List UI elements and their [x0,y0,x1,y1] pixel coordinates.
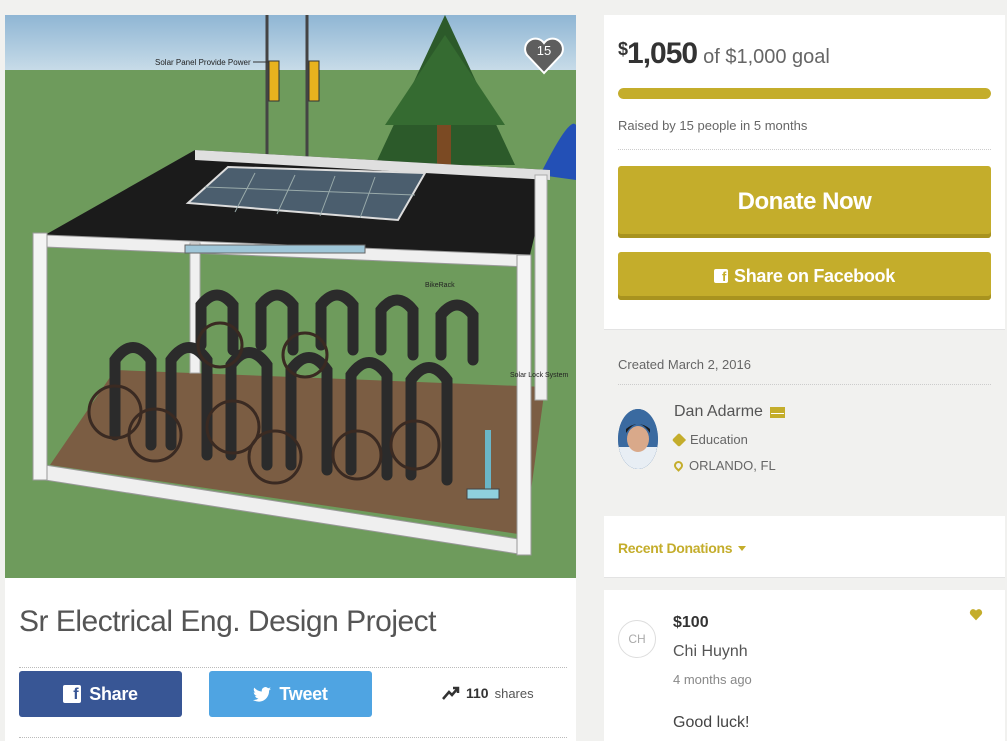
divider [19,737,567,738]
raised-value: 1,050 [627,37,698,70]
share-count: 110 shares [442,685,534,701]
facebook-icon: f [63,685,82,703]
location-text: ORLANDO, FL [689,458,776,473]
tag-icon [671,432,687,447]
share-on-facebook-button[interactable]: f Share on Facebook [618,252,991,300]
raised-amount: $1,050 of $1,000 goal [618,37,830,71]
donation-item: CH $100 Chi Huynh 4 months ago Good luck… [604,590,1005,741]
category-text: Education [690,432,748,447]
location-row: ORLANDO, FL [672,458,776,473]
location-pin-icon [672,459,685,472]
divider [618,384,991,385]
heart-icon[interactable] [969,608,983,621]
share-label: Share [89,683,138,704]
divider [19,667,567,668]
share-count-value: 110 [466,685,489,701]
recent-donations-label: Recent Donations [618,540,733,556]
campaign-image[interactable]: Solar Panel Provide Power BikeRack Solar… [5,15,576,578]
twitter-icon [253,686,272,702]
heart-count: 15 [536,43,552,58]
progress-bar [618,88,991,99]
goal-text: of $1,000 goal [703,46,830,68]
divider [618,149,991,150]
recent-donations-header: Recent Donations [604,516,1005,578]
organizer-name-text: Dan Adarme [674,403,763,420]
category-row[interactable]: Education [671,432,748,447]
avatar-photo [618,409,658,469]
tweet-label: Tweet [279,683,328,704]
donation-amount: $100 [673,614,709,631]
rack-label: BikeRack [425,282,455,289]
funding-panel: $1,050 of $1,000 goal Raised by 15 peopl… [604,15,1005,330]
raised-by-text: Raised by 15 people in 5 months [618,118,808,133]
donation-message: Good luck! [673,714,750,731]
facebook-share-button[interactable]: f Share [19,671,182,717]
chevron-down-icon [738,545,747,551]
donate-now-button[interactable]: Donate Now [618,166,991,238]
organizer-avatar[interactable] [618,409,658,469]
recent-donations-toggle[interactable]: Recent Donations [618,540,747,556]
solar-label: Solar Panel Provide Power [155,58,251,67]
lock-label: Solar Lock System [510,372,569,379]
fb-share-label: Share on Facebook [734,265,895,286]
created-date: Created March 2, 2016 [618,357,751,372]
heart-badge[interactable]: 15 [523,35,565,75]
progress-fill [618,88,991,99]
currency-symbol: $ [618,39,628,59]
tweet-button[interactable]: Tweet [209,671,372,717]
donation-time: 4 months ago [673,672,752,687]
trending-icon [442,686,460,700]
shares-word: shares [494,685,534,701]
mail-icon[interactable] [769,406,785,418]
organizer-name[interactable]: Dan Adarme [674,403,785,421]
bike-shelter-render: Solar Panel Provide Power BikeRack Solar… [5,15,576,578]
page-title: Sr Electrical Eng. Design Project [19,605,437,638]
donor-avatar: CH [618,620,656,658]
donor-name: Chi Huynh [673,643,748,660]
campaign-card: Solar Panel Provide Power BikeRack Solar… [5,15,576,741]
facebook-icon: f [714,269,729,283]
